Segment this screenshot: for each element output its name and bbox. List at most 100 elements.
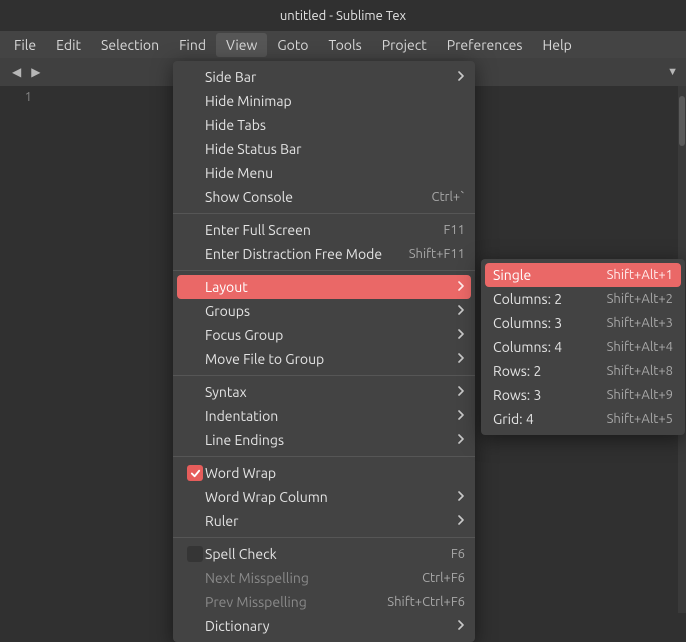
- tab-nav: ◀ ▶: [8, 63, 44, 81]
- menu-separator: [173, 456, 475, 457]
- layout-submenu: SingleShift+Alt+1Columns: 2Shift+Alt+2Co…: [481, 259, 685, 435]
- menu-item-label: Layout: [205, 279, 457, 295]
- menu-item-label: Grid: 4: [493, 411, 607, 427]
- menu-separator: [173, 375, 475, 376]
- window-titlebar: untitled - Sublime Tex: [0, 0, 686, 31]
- menu-item-label: Line Endings: [205, 432, 457, 448]
- menu-item-accel: F11: [443, 223, 465, 237]
- menubar-item-selection[interactable]: Selection: [91, 33, 169, 57]
- menu-item-accel: Shift+Alt+5: [607, 412, 673, 426]
- menu-item-accel: Shift+Alt+1: [607, 268, 673, 282]
- menu-item-spell-check[interactable]: Spell CheckF6: [173, 542, 475, 566]
- menu-item-label: Move File to Group: [205, 351, 457, 367]
- menu-item-indentation[interactable]: Indentation: [173, 404, 475, 428]
- menu-item-accel: Shift+Alt+3: [607, 316, 673, 330]
- menu-item-ruler[interactable]: Ruler: [173, 509, 475, 533]
- menu-item-accel: Shift+Alt+9: [607, 388, 673, 402]
- tab-next-button[interactable]: ▶: [27, 63, 44, 81]
- menubar: FileEditSelectionFindViewGotoToolsProjec…: [0, 31, 686, 58]
- chevron-right-icon: [457, 410, 465, 423]
- chevron-right-icon: [457, 515, 465, 528]
- menu-item-label: Hide Menu: [205, 165, 465, 181]
- menu-item-side-bar[interactable]: Side Bar: [173, 65, 475, 89]
- menu-item-hide-tabs[interactable]: Hide Tabs: [173, 113, 475, 137]
- tab-prev-button[interactable]: ◀: [8, 63, 25, 81]
- menu-item-hide-menu[interactable]: Hide Menu: [173, 161, 475, 185]
- menubar-item-file[interactable]: File: [4, 33, 46, 57]
- menubar-item-edit[interactable]: Edit: [46, 33, 91, 57]
- checkbox-icon: [187, 465, 203, 481]
- chevron-right-icon: [457, 620, 465, 633]
- menubar-item-help[interactable]: Help: [532, 33, 581, 57]
- menu-item-hide-status-bar[interactable]: Hide Status Bar: [173, 137, 475, 161]
- menu-item-label: Prev Misspelling: [205, 594, 387, 610]
- layout-item-columns-4[interactable]: Columns: 4Shift+Alt+4: [481, 335, 685, 359]
- menu-item-focus-group[interactable]: Focus Group: [173, 323, 475, 347]
- layout-item-single[interactable]: SingleShift+Alt+1: [485, 263, 681, 287]
- menu-item-accel: Shift+F11: [409, 247, 465, 261]
- chevron-right-icon: [457, 434, 465, 447]
- menu-item-line-endings[interactable]: Line Endings: [173, 428, 475, 452]
- menu-item-move-file-to-group[interactable]: Move File to Group: [173, 347, 475, 371]
- menu-item-enter-distraction-free-mode[interactable]: Enter Distraction Free ModeShift+F11: [173, 242, 475, 266]
- minimap-thumb[interactable]: [679, 96, 685, 146]
- menu-item-layout[interactable]: Layout: [177, 275, 471, 299]
- menu-item-label: Enter Distraction Free Mode: [205, 246, 409, 262]
- menu-separator: [173, 213, 475, 214]
- menu-item-label: Next Misspelling: [205, 570, 422, 586]
- layout-item-columns-3[interactable]: Columns: 3Shift+Alt+3: [481, 311, 685, 335]
- menu-item-label: Columns: 2: [493, 291, 607, 307]
- menu-item-show-console[interactable]: Show ConsoleCtrl+`: [173, 185, 475, 209]
- menu-item-enter-full-screen[interactable]: Enter Full ScreenF11: [173, 218, 475, 242]
- chevron-right-icon: [457, 329, 465, 342]
- chevron-right-icon: [457, 491, 465, 504]
- menu-item-label: Columns: 4: [493, 339, 607, 355]
- menu-item-accel: Shift+Alt+2: [607, 292, 673, 306]
- menu-item-accel: Ctrl+`: [431, 190, 465, 204]
- menu-item-label: Focus Group: [205, 327, 457, 343]
- menu-item-label: Hide Tabs: [205, 117, 465, 133]
- chevron-right-icon: [457, 386, 465, 399]
- menubar-item-view[interactable]: View: [216, 33, 267, 57]
- menubar-item-tools[interactable]: Tools: [319, 33, 372, 57]
- menu-item-label: Spell Check: [205, 546, 451, 562]
- menubar-item-find[interactable]: Find: [169, 33, 216, 57]
- chevron-right-icon: [457, 305, 465, 318]
- view-menu: Side Bar Hide Minimap Hide Tabs Hide Status…: [173, 61, 475, 642]
- layout-item-rows-3[interactable]: Rows: 3Shift+Alt+9: [481, 383, 685, 407]
- menu-item-syntax[interactable]: Syntax: [173, 380, 475, 404]
- menu-item-accel: Shift+Alt+8: [607, 364, 673, 378]
- menu-item-label: Show Console: [205, 189, 431, 205]
- menu-item-label: Columns: 3: [493, 315, 607, 331]
- menu-item-accel: F6: [451, 547, 465, 561]
- menu-item-label: Hide Minimap: [205, 93, 465, 109]
- menu-item-label: Single: [493, 267, 607, 283]
- menu-item-label: Rows: 3: [493, 387, 607, 403]
- menubar-item-preferences[interactable]: Preferences: [437, 33, 533, 57]
- layout-item-grid-4[interactable]: Grid: 4Shift+Alt+5: [481, 407, 685, 431]
- menu-item-label: Hide Status Bar: [205, 141, 465, 157]
- menu-item-word-wrap[interactable]: Word Wrap: [173, 461, 475, 485]
- menu-item-label: Syntax: [205, 384, 457, 400]
- checkbox-icon: [187, 546, 203, 562]
- menu-item-label: Dictionary: [205, 618, 457, 634]
- chevron-right-icon: [457, 71, 465, 84]
- tab-menu-button[interactable]: ▼: [667, 66, 678, 78]
- menu-item-groups[interactable]: Groups: [173, 299, 475, 323]
- menu-item-prev-misspelling: Prev MisspellingShift+Ctrl+F6: [173, 590, 475, 614]
- layout-item-rows-2[interactable]: Rows: 2Shift+Alt+8: [481, 359, 685, 383]
- chevron-right-icon: [457, 353, 465, 366]
- menu-item-accel: Ctrl+F6: [422, 571, 465, 585]
- window-title: untitled - Sublime Tex: [280, 9, 406, 23]
- menu-item-dictionary[interactable]: Dictionary: [173, 614, 475, 638]
- menu-item-label: Side Bar: [205, 69, 457, 85]
- layout-item-columns-2[interactable]: Columns: 2Shift+Alt+2: [481, 287, 685, 311]
- menu-item-next-misspelling: Next MisspellingCtrl+F6: [173, 566, 475, 590]
- menu-item-label: Groups: [205, 303, 457, 319]
- menubar-item-goto[interactable]: Goto: [267, 33, 318, 57]
- menu-item-word-wrap-column[interactable]: Word Wrap Column: [173, 485, 475, 509]
- chevron-right-icon: [457, 281, 465, 294]
- menu-item-accel: Shift+Ctrl+F6: [387, 595, 465, 609]
- menu-item-hide-minimap[interactable]: Hide Minimap: [173, 89, 475, 113]
- menubar-item-project[interactable]: Project: [372, 33, 437, 57]
